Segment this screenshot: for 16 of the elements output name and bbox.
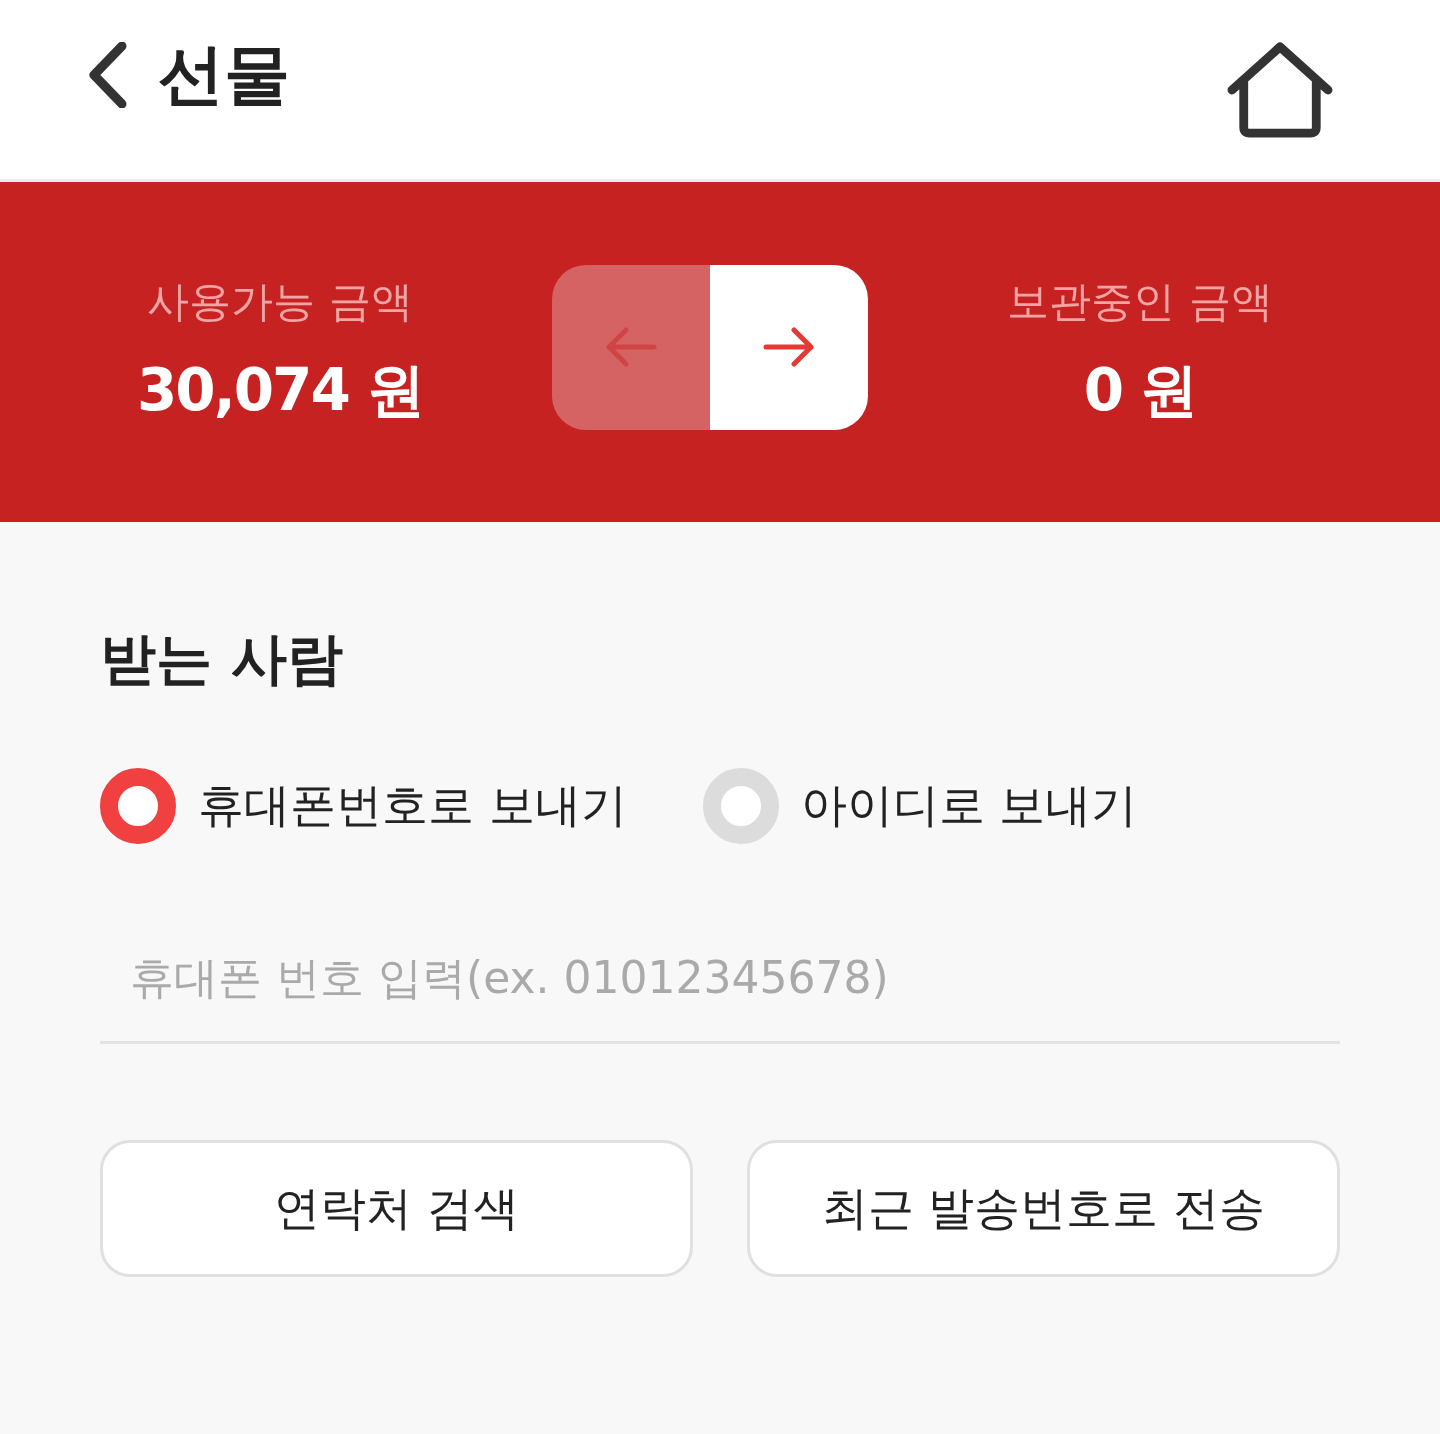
stored-amount: 0 원: [1083, 355, 1197, 426]
radio-label[interactable]: 아이디로 보내기: [800, 775, 1138, 837]
radio-label[interactable]: 휴대폰번호로 보내기: [198, 775, 627, 837]
phone-input-field[interactable]: 휴대폰 번호 입력(ex. 01012345678): [100, 924, 1340, 1044]
stored-label: 보관중인 금액: [1007, 276, 1273, 328]
section-title: 받는 사람: [100, 625, 345, 693]
back-icon[interactable]: [88, 41, 128, 108]
action-button[interactable]: 최근 발송번호로 전송: [747, 1140, 1340, 1277]
transfer-button[interactable]: [710, 264, 868, 430]
page-title: 선물: [158, 34, 290, 115]
left-arrow-icon: [604, 327, 658, 367]
home-icon[interactable]: [1226, 40, 1334, 139]
available-label: 사용가능 금액: [147, 276, 413, 328]
right-arrow-icon: [762, 327, 816, 367]
available-amount: 30,074 원: [137, 355, 423, 426]
action-button[interactable]: 연락처 검색: [100, 1140, 693, 1277]
